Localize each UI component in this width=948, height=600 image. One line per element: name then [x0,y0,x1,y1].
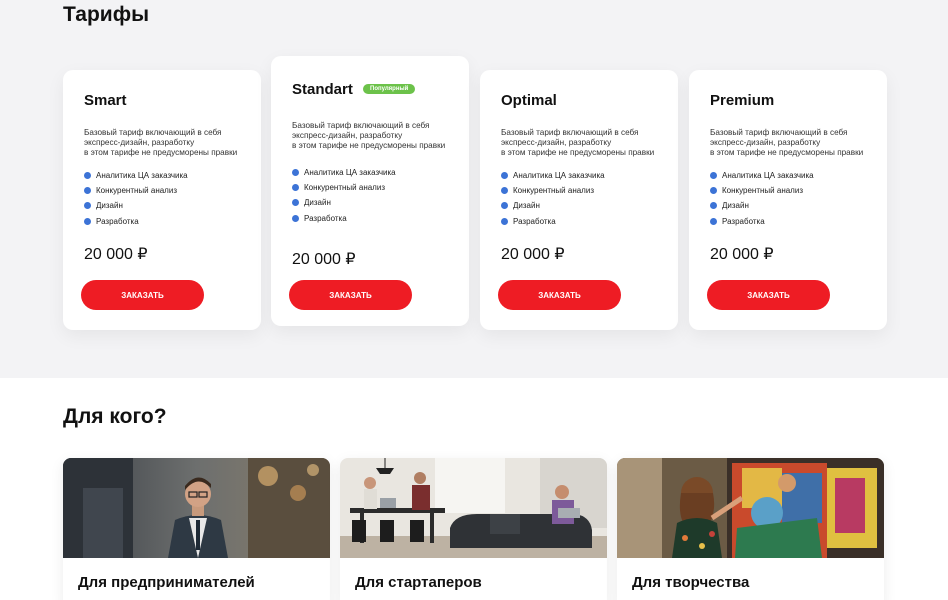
tariff-price: 20 000 ₽ [501,246,565,263]
feature-label: Аналитика ЦА заказчика [96,171,188,180]
tariff-card-optimal: Optimal Базовый тариф включающий в себя … [480,70,678,330]
feature-label: Аналитика ЦА заказчика [304,168,396,177]
feature-item: Аналитика ЦА заказчика [501,168,605,183]
feature-label: Конкурентный анализ [304,183,385,193]
tariff-card-premium: Premium Базовый тариф включающий в себя … [689,70,887,330]
order-button[interactable]: ЗАКАЗАТЬ [498,280,621,310]
tariff-price: 20 000 ₽ [292,251,356,268]
feature-item: Аналитика ЦА заказчика [84,168,188,183]
feature-list: Аналитика ЦА заказчика Конкурентный анал… [501,168,605,229]
tariff-card-standart: Standart Популярный Базовый тариф включа… [271,56,469,326]
feature-label: Разработка [304,213,347,223]
order-button[interactable]: ЗАКАЗАТЬ [707,280,830,310]
feature-item: Разработка [84,214,188,229]
feature-label: Разработка [513,216,556,226]
description-line: в этом тарифе не предусморены правки [710,148,864,157]
check-bullet-icon [710,172,717,179]
description-line: экспресс-дизайн, разработку [84,138,195,147]
tariffs-section: Тарифы Smart Базовый тариф включающий в … [0,0,948,378]
feature-item: Дизайн [501,198,605,213]
description-line: Базовый тариф включающий в себя [84,128,222,137]
check-bullet-icon [292,214,299,222]
feature-item: Разработка [710,214,814,229]
check-bullet-icon [84,202,91,210]
check-bullet-icon [710,217,717,225]
feature-item: Дизайн [710,198,814,213]
tariffs-title: Тарифы [63,3,150,26]
description-line: Базовый тариф включающий в себя [710,128,848,137]
audience-card-startups[interactable]: Для стартаперов [340,458,607,600]
tariff-price: 20 000 ₽ [84,246,148,263]
tariff-card-smart: Smart Базовый тариф включающий в себя эк… [63,70,261,330]
feature-item: Разработка [292,211,396,226]
check-bullet-icon [501,202,508,210]
description-line: в этом тарифе не предусморены правки [292,141,446,150]
order-button[interactable]: ЗАКАЗАТЬ [289,280,412,310]
audience-card-entrepreneurs[interactable]: Для предпринимателей [63,458,330,600]
tariff-name: Premium [710,92,775,109]
audience-label: Для творчества [632,574,750,591]
audience-title: Для кого? [63,405,167,428]
feature-item: Конкурентный анализ [710,183,814,198]
feature-item: Дизайн [84,198,188,213]
description-line: в этом тарифе не предусморены правки [84,148,238,157]
feature-label: Дизайн [304,198,331,208]
audience-card-creativity[interactable]: Для творчества [617,458,884,600]
feature-item: Аналитика ЦА заказчика [292,165,396,180]
feature-label: Дизайн [513,201,540,211]
startup-team-photo [340,458,607,558]
tariff-description: Базовый тариф включающий в себя экспресс… [501,128,676,158]
tariff-description: Базовый тариф включающий в себя экспресс… [292,121,467,151]
tariff-name: Optimal [501,92,557,109]
check-bullet-icon [84,217,91,225]
feature-label: Разработка [722,216,765,226]
audience-label: Для предпринимателей [78,574,255,591]
feature-item: Дизайн [292,195,396,210]
feature-label: Конкурентный анализ [513,186,594,196]
description-line: в этом тарифе не предусморены правки [501,148,655,157]
check-bullet-icon [292,184,299,192]
feature-item: Разработка [501,214,605,229]
description-line: Базовый тариф включающий в себя [501,128,639,137]
feature-item: Аналитика ЦА заказчика [710,168,814,183]
tariff-name: Smart [84,92,127,109]
check-bullet-icon [710,202,717,210]
description-line: Базовый тариф включающий в себя [292,121,430,130]
entrepreneur-photo [63,458,330,558]
check-bullet-icon [501,217,508,225]
check-bullet-icon [501,172,508,179]
tariff-description: Базовый тариф включающий в себя экспресс… [84,128,259,158]
description-line: экспресс-дизайн, разработку [710,138,821,147]
tariff-price: 20 000 ₽ [710,246,774,263]
feature-list: Аналитика ЦА заказчика Конкурентный анал… [292,165,396,226]
feature-label: Конкурентный анализ [722,186,803,196]
popular-badge: Популярный [363,84,416,94]
check-bullet-icon [84,187,91,195]
description-line: экспресс-дизайн, разработку [501,138,612,147]
feature-list: Аналитика ЦА заказчика Конкурентный анал… [84,168,188,229]
feature-label: Разработка [96,216,139,226]
check-bullet-icon [84,172,91,179]
feature-label: Дизайн [96,201,123,211]
description-line: экспресс-дизайн, разработку [292,131,403,140]
check-bullet-icon [710,187,717,195]
feature-item: Конкурентный анализ [84,183,188,198]
feature-item: Конкурентный анализ [501,183,605,198]
feature-item: Конкурентный анализ [292,180,396,195]
artist-painting-photo [617,458,884,558]
feature-label: Конкурентный анализ [96,186,177,196]
tariff-description: Базовый тариф включающий в себя экспресс… [710,128,885,158]
check-bullet-icon [292,169,299,176]
feature-list: Аналитика ЦА заказчика Конкурентный анал… [710,168,814,229]
tariff-name: Standart [292,81,353,98]
feature-label: Аналитика ЦА заказчика [513,171,605,180]
check-bullet-icon [501,187,508,195]
order-button[interactable]: ЗАКАЗАТЬ [81,280,204,310]
feature-label: Аналитика ЦА заказчика [722,171,814,180]
audience-label: Для стартаперов [355,574,482,591]
feature-label: Дизайн [722,201,749,211]
check-bullet-icon [292,199,299,207]
